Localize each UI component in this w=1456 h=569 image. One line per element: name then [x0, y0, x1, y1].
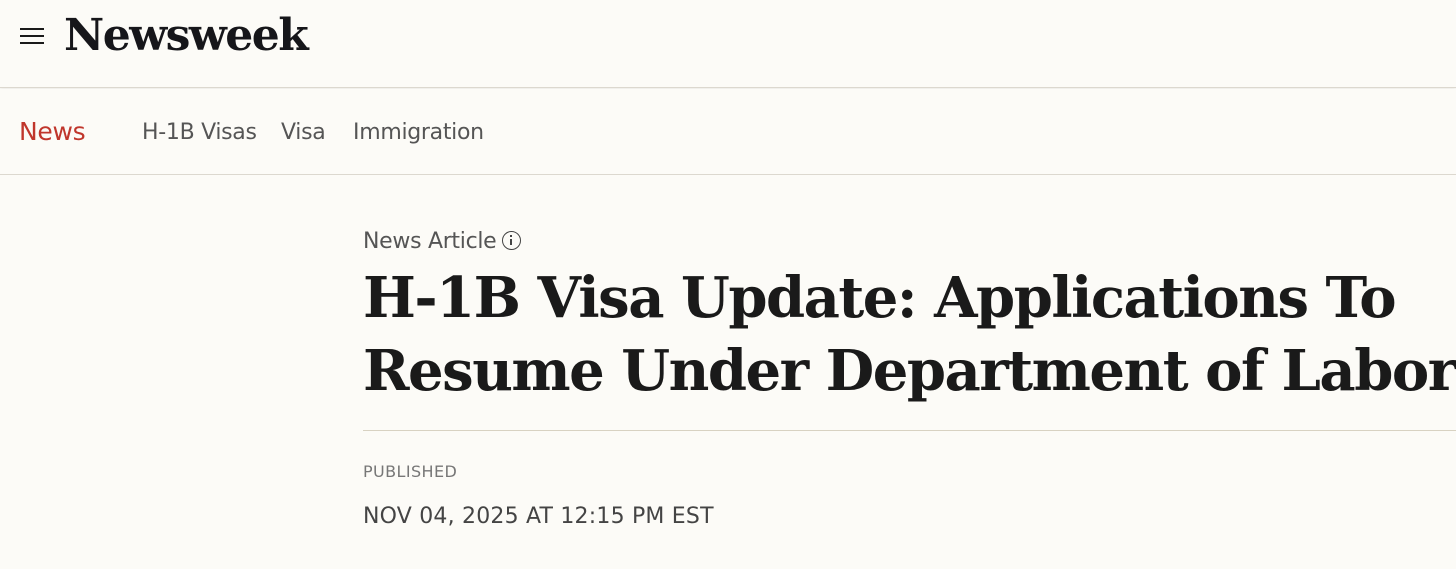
- hamburger-menu-icon[interactable]: [20, 25, 44, 47]
- published-label: PUBLISHED: [363, 462, 458, 481]
- tag-link-visa[interactable]: Visa: [281, 119, 326, 147]
- site-header: Newsweek: [0, 0, 1456, 88]
- section-nav: News H-1B Visas Visa Immigration: [0, 89, 1456, 175]
- tag-link-h1b-visas[interactable]: H-1B Visas: [142, 119, 257, 147]
- section-label-news[interactable]: News: [19, 117, 86, 147]
- divider: [363, 430, 1456, 431]
- article-type: News Article: [363, 228, 522, 256]
- tag-link-immigration[interactable]: Immigration: [353, 119, 484, 147]
- published-date: NOV 04, 2025 AT 12:15 PM EST: [363, 504, 714, 529]
- article-headline: H-1B Visa Update: Applications To Resume…: [363, 265, 1456, 404]
- site-logo[interactable]: Newsweek: [64, 8, 309, 64]
- info-icon[interactable]: [502, 230, 522, 250]
- article-type-label: News Article: [363, 229, 497, 254]
